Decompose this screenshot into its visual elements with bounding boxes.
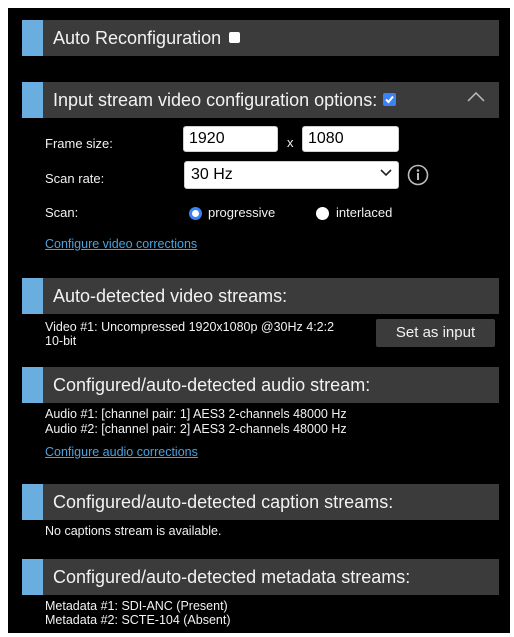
header-accent <box>22 20 43 56</box>
metadata-stream-item: Metadata #2: SCTE-104 (Absent) <box>45 613 231 627</box>
scan-rate-label: Scan rate: <box>45 171 105 186</box>
metadata-stream-item: Metadata #1: SDI-ANC (Present) <box>45 599 228 613</box>
audio-stream-item: Audio #2: [channel pair: 2] AES3 2-chann… <box>45 422 347 436</box>
input-stream-checkbox[interactable] <box>383 93 397 106</box>
chevron-down-icon <box>380 169 392 177</box>
info-icon[interactable] <box>407 164 429 186</box>
metadata-streams-title: Configured/auto-detected metadata stream… <box>53 567 411 587</box>
progressive-radio[interactable] <box>189 207 202 220</box>
header-accent <box>22 367 43 403</box>
metadata-streams-header: Configured/auto-detected metadata stream… <box>22 559 499 595</box>
header-accent <box>22 559 43 595</box>
input-stream-header[interactable]: Input stream video configuration options… <box>22 82 499 118</box>
video-streams-header: Auto-detected video streams: <box>22 278 499 314</box>
frame-height-input[interactable] <box>302 126 399 152</box>
header-accent <box>22 484 43 520</box>
audio-stream-title: Configured/auto-detected audio stream: <box>53 375 371 395</box>
scan-rate-select[interactable]: 30 Hz <box>184 161 399 189</box>
frame-width-input[interactable] <box>183 126 278 152</box>
progressive-label: progressive <box>208 205 276 220</box>
frame-size-label: Frame size: <box>45 136 113 151</box>
audio-stream-item: Audio #1: [channel pair: 1] AES3 2-chann… <box>45 407 347 421</box>
caption-streams-header: Configured/auto-detected caption streams… <box>22 484 499 520</box>
video-stream-line-1: Video #1: Uncompressed 1920x1080p @30Hz … <box>45 320 335 334</box>
audio-stream-header: Configured/auto-detected audio stream: <box>22 367 499 403</box>
caption-streams-title: Configured/auto-detected caption streams… <box>53 492 394 512</box>
configure-video-corrections-link[interactable]: Configure video corrections <box>45 237 197 251</box>
header-accent <box>22 82 43 118</box>
header-accent <box>22 278 43 314</box>
set-as-input-button[interactable]: Set as input <box>376 319 495 347</box>
interlaced-radio[interactable] <box>316 207 329 220</box>
auto-reconfig-header: Auto Reconfiguration <box>22 20 499 56</box>
scan-label: Scan: <box>45 205 79 220</box>
video-stream-line-2: 10-bit <box>45 334 77 348</box>
configure-audio-corrections-link[interactable]: Configure audio corrections <box>45 445 198 459</box>
caption-streams-text: No captions stream is available. <box>45 524 222 538</box>
video-streams-title: Auto-detected video streams: <box>53 286 288 306</box>
auto-reconfig-title: Auto Reconfiguration <box>53 28 222 48</box>
chevron-up-icon[interactable] <box>467 92 485 102</box>
auto-reconfig-checkbox[interactable] <box>229 32 241 43</box>
scan-rate-value: 30 Hz <box>191 166 233 183</box>
frame-size-separator: x <box>287 135 294 150</box>
stream-config-panel: Auto Reconfiguration Input stream video … <box>8 8 510 633</box>
interlaced-label: interlaced <box>336 205 393 220</box>
input-stream-title: Input stream video configuration options… <box>53 90 378 110</box>
